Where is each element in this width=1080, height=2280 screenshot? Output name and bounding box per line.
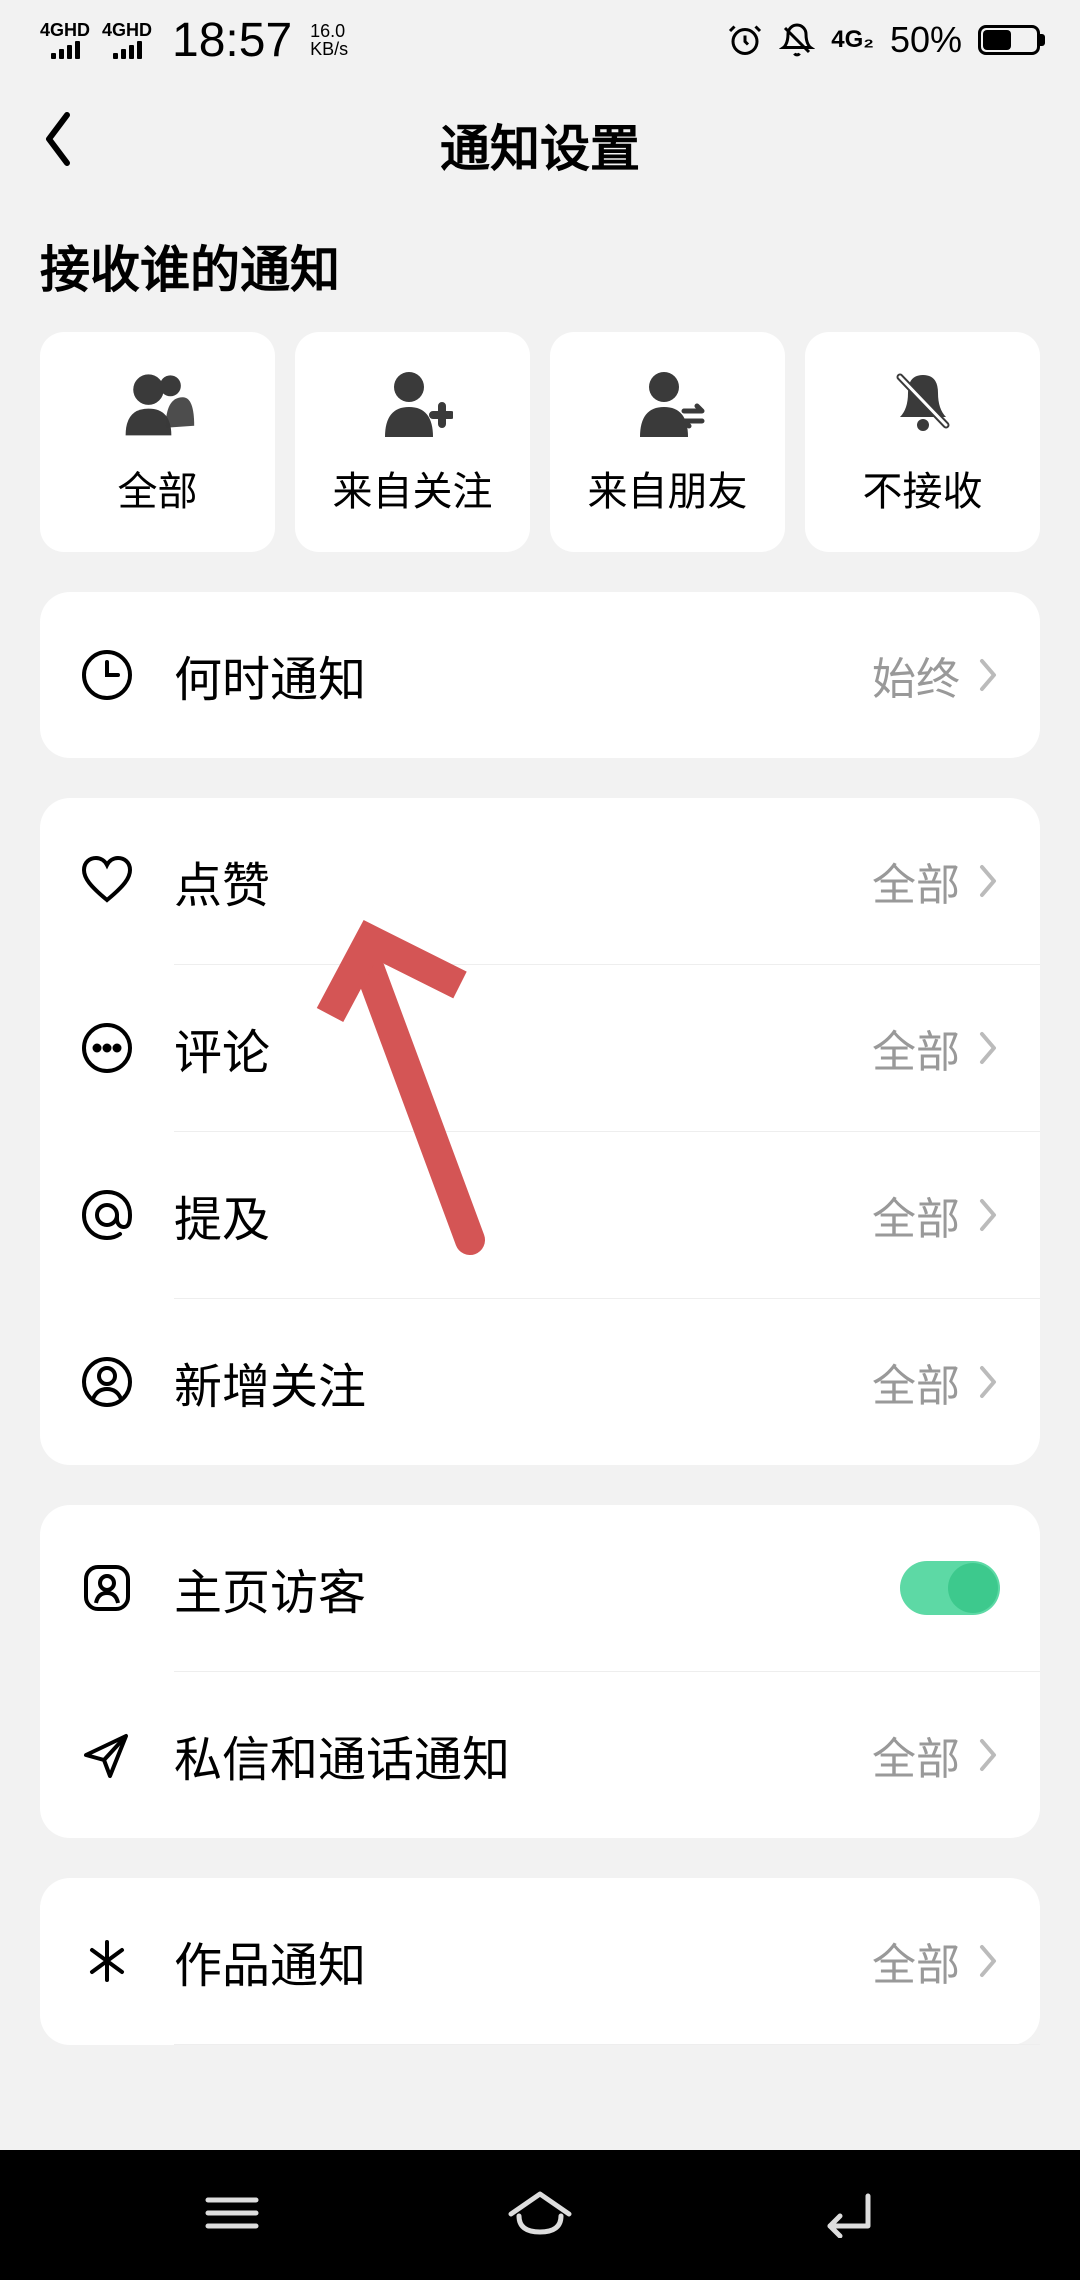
section-title: 接收谁的通知 bbox=[0, 210, 1080, 332]
card-visitors-messages: 主页访客 私信和通话通知 全部 bbox=[40, 1505, 1040, 1838]
page-title: 通知设置 bbox=[0, 109, 1080, 181]
chevron-right-icon bbox=[976, 1028, 1000, 1068]
toggle-visitors[interactable] bbox=[900, 1561, 1000, 1615]
row-value: 全部 bbox=[872, 1016, 960, 1080]
row-value: 全部 bbox=[872, 849, 960, 913]
alarm-icon bbox=[727, 22, 763, 58]
network-speed: 16.0 KB/s bbox=[310, 22, 348, 58]
nav-home-button[interactable] bbox=[505, 2188, 575, 2243]
send-icon bbox=[80, 1728, 134, 1782]
row-label: 提及 bbox=[174, 1180, 872, 1250]
row-label: 新增关注 bbox=[174, 1347, 872, 1417]
row-value: 全部 bbox=[872, 1723, 960, 1787]
person-exchange-icon bbox=[628, 367, 708, 437]
filter-label: 来自朋友 bbox=[588, 459, 748, 517]
row-label: 私信和通话通知 bbox=[174, 1720, 872, 1790]
nav-recent-button[interactable] bbox=[202, 2190, 262, 2241]
sparkle-icon bbox=[80, 1934, 134, 1988]
filter-all[interactable]: 全部 bbox=[40, 332, 275, 552]
chevron-right-icon bbox=[976, 1362, 1000, 1402]
row-visitors[interactable]: 主页访客 bbox=[40, 1505, 1040, 1671]
status-time: 18:57 bbox=[172, 13, 292, 68]
row-messages[interactable]: 私信和通话通知 全部 bbox=[40, 1672, 1040, 1838]
filter-none[interactable]: 不接收 bbox=[805, 332, 1040, 552]
back-button[interactable] bbox=[40, 109, 76, 181]
battery-icon bbox=[978, 25, 1040, 55]
row-label: 点赞 bbox=[174, 846, 872, 916]
row-value: 全部 bbox=[872, 1350, 960, 1414]
clock-icon bbox=[80, 648, 134, 702]
nav-back-button[interactable] bbox=[818, 2188, 878, 2243]
chevron-right-icon bbox=[976, 1195, 1000, 1235]
signal-1: 4GHD bbox=[40, 21, 90, 59]
filter-label: 全部 bbox=[118, 459, 198, 517]
filter-row: 全部 来自关注 来自朋友 不接收 bbox=[0, 332, 1080, 592]
network-type: 4G₂ bbox=[831, 26, 874, 54]
row-works[interactable]: 作品通知 全部 bbox=[40, 1878, 1040, 2044]
filter-friends[interactable]: 来自朋友 bbox=[550, 332, 785, 552]
card-interactions: 点赞 全部 评论 全部 提及 全部 新增关注 全部 bbox=[40, 798, 1040, 1465]
row-value: 全部 bbox=[872, 1183, 960, 1247]
people-icon bbox=[118, 367, 198, 437]
row-when-notify[interactable]: 何时通知 始终 bbox=[40, 592, 1040, 758]
at-icon bbox=[80, 1188, 134, 1242]
row-label: 作品通知 bbox=[174, 1926, 872, 1996]
row-label: 主页访客 bbox=[174, 1553, 900, 1623]
signal-2: 4GHD bbox=[102, 21, 152, 59]
filter-label: 不接收 bbox=[863, 459, 983, 517]
row-new-follow[interactable]: 新增关注 全部 bbox=[40, 1299, 1040, 1465]
system-nav-bar bbox=[0, 2150, 1080, 2280]
person-circle-icon bbox=[80, 1355, 134, 1409]
chevron-right-icon bbox=[976, 861, 1000, 901]
row-label: 何时通知 bbox=[174, 640, 872, 710]
chevron-right-icon bbox=[976, 1941, 1000, 1981]
filter-label: 来自关注 bbox=[333, 459, 493, 517]
row-value: 始终 bbox=[872, 643, 960, 707]
row-likes[interactable]: 点赞 全部 bbox=[40, 798, 1040, 964]
battery-percent: 50% bbox=[890, 19, 962, 61]
row-mentions[interactable]: 提及 全部 bbox=[40, 1132, 1040, 1298]
row-comments[interactable]: 评论 全部 bbox=[40, 965, 1040, 1131]
comment-icon bbox=[80, 1021, 134, 1075]
person-add-icon bbox=[373, 367, 453, 437]
chevron-right-icon bbox=[976, 1735, 1000, 1775]
heart-icon bbox=[80, 854, 134, 908]
card-when-notify: 何时通知 始终 bbox=[40, 592, 1040, 758]
status-bar: 4GHD 4GHD 18:57 16.0 KB/s 4G₂ 50% bbox=[0, 0, 1080, 80]
bell-off-icon bbox=[883, 367, 963, 437]
card-works: 作品通知 全部 bbox=[40, 1878, 1040, 2045]
row-value: 全部 bbox=[872, 1929, 960, 1993]
chevron-right-icon bbox=[976, 655, 1000, 695]
row-label: 评论 bbox=[174, 1013, 872, 1083]
bell-mute-icon bbox=[779, 22, 815, 58]
visitor-icon bbox=[80, 1561, 134, 1615]
app-header: 通知设置 bbox=[0, 80, 1080, 210]
filter-following[interactable]: 来自关注 bbox=[295, 332, 530, 552]
